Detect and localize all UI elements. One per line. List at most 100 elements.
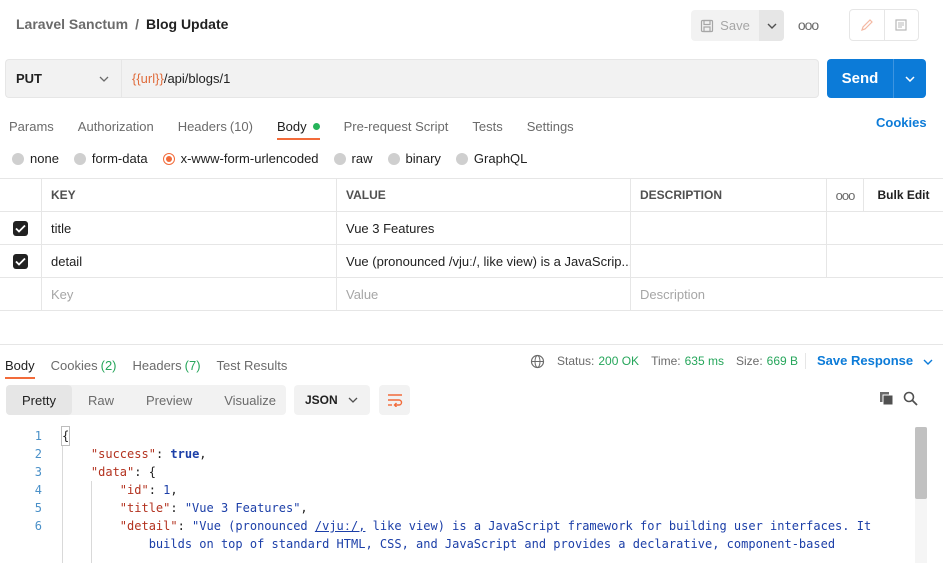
request-title[interactable]: Blog Update (146, 16, 228, 32)
key-input[interactable]: Key (42, 278, 337, 310)
url-input[interactable]: {{url}}/api/blogs/1 (121, 59, 819, 98)
view-tab-pretty[interactable]: Pretty (6, 385, 72, 415)
globe-icon[interactable] (530, 354, 545, 369)
code-scrollbar-thumb[interactable] (915, 427, 927, 499)
radio-raw[interactable]: raw (333, 151, 373, 166)
tab-tests[interactable]: Tests (472, 114, 502, 138)
value-input[interactable]: Value (337, 278, 631, 310)
search-button[interactable] (903, 391, 918, 409)
format-label: JSON (305, 393, 338, 407)
json-value: "Vue 3 Features" (184, 501, 301, 515)
description-cell[interactable] (631, 212, 827, 244)
key-cell[interactable]: title (42, 212, 337, 244)
cookies-link[interactable]: Cookies (876, 115, 927, 130)
radio-binary[interactable]: binary (387, 151, 441, 166)
body-type-radios: none form-data x-www-form-urlencoded raw… (12, 151, 542, 166)
line-number: 2 (34, 447, 42, 461)
code-line: "data": { (90, 465, 156, 479)
edit-toggle[interactable] (850, 10, 885, 40)
tab-label: Test Results (216, 357, 288, 373)
column-header-value: VALUE (337, 179, 631, 211)
radio-graphql[interactable]: GraphQL (455, 151, 528, 166)
radio-form-data[interactable]: form-data (73, 151, 148, 166)
chevron-down-icon (905, 75, 915, 82)
save-response-button[interactable]: Save Response (817, 353, 933, 368)
checkmark-icon (15, 257, 26, 266)
wrap-lines-button[interactable] (379, 385, 410, 415)
method-select[interactable]: PUT (5, 59, 121, 98)
breadcrumb-parent[interactable]: Laravel Sanctum (16, 16, 128, 32)
radio-dot (73, 152, 86, 165)
send-options-button[interactable] (894, 59, 926, 98)
params-table: KEY VALUE DESCRIPTION ooo Bulk Edit titl… (0, 178, 943, 311)
tab-label: Headers (132, 357, 182, 373)
tab-pre-request-script[interactable]: Pre-request Script (344, 114, 449, 138)
description-input[interactable]: Description (631, 278, 827, 310)
section-divider (0, 344, 943, 345)
tab-headers[interactable]: Headers (10) (178, 114, 253, 138)
radio-label: GraphQL (473, 151, 528, 166)
tab-authorization[interactable]: Authorization (78, 114, 154, 138)
format-select[interactable]: JSON (294, 385, 370, 415)
tab-settings[interactable]: Settings (527, 114, 574, 138)
line-number: 3 (34, 465, 42, 479)
code-line: builds on top of standard HTML, CSS, and… (62, 535, 835, 553)
document-icon (895, 19, 907, 31)
tab-count: (2) (100, 357, 117, 373)
column-header-description: DESCRIPTION (631, 179, 827, 211)
code-line: "detail": "Vue (pronounced /vjuː/, like … (119, 519, 872, 533)
url-path: /api/blogs/1 (163, 71, 231, 86)
bulk-edit-button[interactable]: Bulk Edit (864, 179, 943, 211)
line-number: 5 (34, 501, 42, 515)
empty-cell (864, 245, 943, 277)
table-header-row: KEY VALUE DESCRIPTION ooo Bulk Edit (0, 179, 943, 212)
json-value-link[interactable]: /vjuː/, (315, 519, 366, 533)
status-label: Status: (557, 354, 595, 368)
response-tab-body[interactable]: Body (5, 353, 35, 379)
time-value[interactable]: 635 ms (685, 354, 724, 368)
tab-label: Body (276, 118, 307, 134)
side-panel-toggles (849, 9, 919, 41)
response-tab-test-results[interactable]: Test Results (217, 353, 288, 377)
tab-body[interactable]: Body (276, 114, 320, 140)
view-tab-visualize[interactable]: Visualize (208, 385, 292, 415)
column-options-button[interactable]: ooo (827, 179, 864, 211)
json-value: like view) is a JavaScript framework for… (365, 519, 872, 533)
key-cell[interactable]: detail (42, 245, 337, 277)
row-checkbox[interactable] (13, 253, 28, 269)
view-tab-raw[interactable]: Raw (72, 385, 130, 415)
table-row-new: Key Value Description (0, 278, 943, 311)
line-number: 6 (34, 519, 42, 533)
json-brace: { (148, 465, 156, 479)
tab-count: (7) (184, 357, 201, 373)
response-tab-cookies[interactable]: Cookies (2) (51, 353, 117, 377)
value-cell[interactable]: Vue (pronounced /vjuː/, like view) is a … (337, 245, 631, 277)
size-value[interactable]: 669 B (767, 354, 798, 368)
value-cell[interactable]: Vue 3 Features (337, 212, 631, 244)
row-checkbox[interactable] (13, 220, 28, 236)
tab-params[interactable]: Params (9, 114, 54, 138)
json-value: true (170, 447, 200, 461)
response-view-tabs: Pretty Raw Preview Visualize (6, 385, 286, 415)
table-row: title Vue 3 Features (0, 212, 943, 245)
more-actions-button[interactable]: ooo (796, 14, 820, 36)
save-group: Save (691, 10, 784, 41)
tab-label: Pre-request Script (343, 118, 449, 134)
save-options-button[interactable] (759, 10, 784, 41)
copy-button[interactable] (879, 391, 894, 409)
radio-x-www-form-urlencoded[interactable]: x-www-form-urlencoded (162, 151, 319, 166)
documentation-toggle[interactable] (885, 10, 919, 40)
send-button[interactable]: Send (827, 59, 894, 98)
response-tab-headers[interactable]: Headers (7) (133, 353, 201, 377)
save-label: Save (720, 18, 750, 33)
view-tab-preview[interactable]: Preview (130, 385, 208, 415)
json-value: builds on top of standard HTML, CSS, and… (148, 537, 836, 551)
radio-label: raw (351, 151, 373, 166)
line-number: 4 (34, 483, 42, 497)
description-cell[interactable] (631, 245, 827, 277)
search-icon (903, 391, 918, 406)
save-button[interactable]: Save (691, 10, 759, 41)
radio-none[interactable]: none (12, 151, 59, 166)
json-key: "success" (90, 447, 156, 461)
status-value[interactable]: 200 OK (598, 354, 639, 368)
